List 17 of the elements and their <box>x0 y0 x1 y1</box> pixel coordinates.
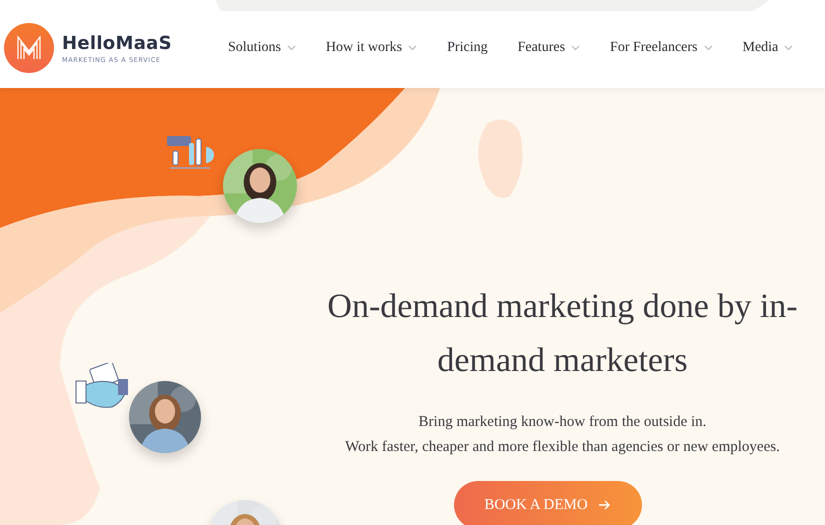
nav-link[interactable]: Solutions <box>228 40 296 56</box>
chevron-down-icon <box>286 45 296 51</box>
chevron-down-icon <box>408 45 418 51</box>
nav-link[interactable]: How it works <box>326 40 418 56</box>
nav-link[interactable]: Features <box>518 40 580 56</box>
logo-icon <box>4 23 54 73</box>
chevron-down-icon <box>784 45 794 51</box>
nav-link[interactable]: For Freelancers <box>610 40 712 56</box>
arrow-right-icon <box>598 500 611 510</box>
hero-title: On-demand marketing done by in-demand marketers <box>326 287 799 381</box>
nav-link[interactable]: Media <box>742 40 794 56</box>
hero-subtitle: Bring marketing know-how from the outside in. <box>418 413 706 432</box>
nav-link[interactable]: Pricing <box>447 40 488 56</box>
hero-subtitle: Work faster, cheaper and more flexible than agencies or new employees. <box>345 438 780 457</box>
chevron-down-icon <box>704 45 712 51</box>
brand-name: HelloMaaS <box>62 32 172 54</box>
chevron-down-icon <box>571 45 580 51</box>
